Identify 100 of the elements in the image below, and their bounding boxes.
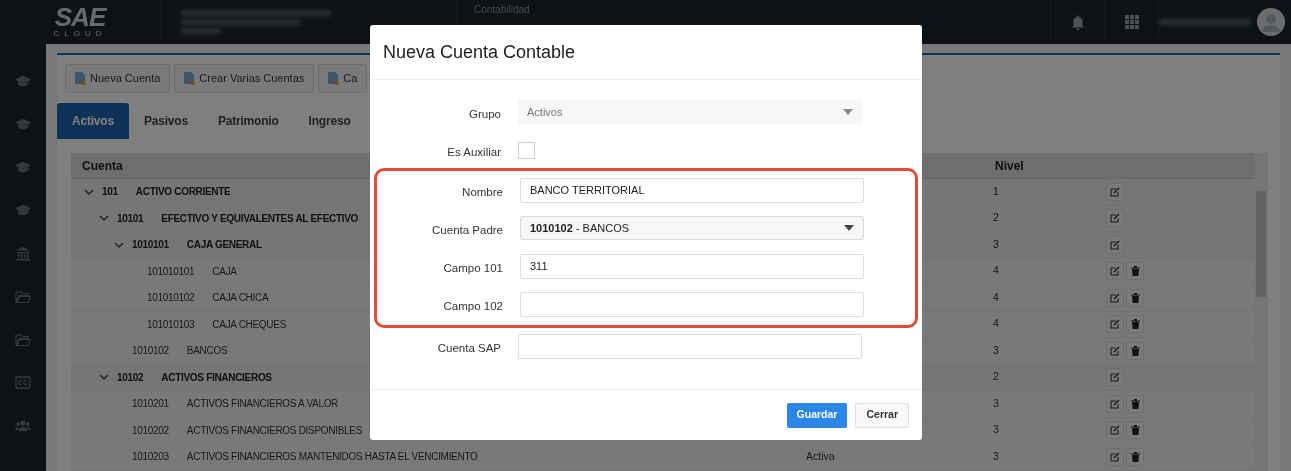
account-name: ACTIVOS FINANCIEROS DISPONIBLES (186, 423, 363, 438)
field-label: Campo 102 (442, 299, 503, 315)
trash-icon (1130, 451, 1140, 462)
level-text: 1 (992, 183, 1000, 199)
chevron-icon[interactable] (114, 239, 124, 250)
delete-button[interactable] (1126, 447, 1144, 466)
toolbar-button[interactable]: Ca (318, 64, 368, 93)
account-name: ACTIVO CORRIENTE (135, 185, 231, 200)
field-label: Cuenta Padre (431, 223, 503, 239)
level-text: 3 (992, 236, 1000, 252)
avatar[interactable] (1257, 8, 1285, 36)
edit-button[interactable] (1106, 394, 1124, 413)
account-name: EFECTIVO Y EQUIVALENTES AL EFECTIVO (161, 211, 359, 226)
column-header: Cuenta (81, 157, 124, 175)
field-label: Grupo (468, 107, 501, 123)
field-label: Campo 101 (442, 261, 503, 277)
delete-button[interactable] (1126, 315, 1144, 334)
account-name: CAJA CHEQUES (212, 317, 286, 332)
account-code: 101010101 (147, 264, 195, 279)
dialog-button[interactable]: Guardar (786, 402, 848, 428)
account-code: 1010202 (132, 423, 169, 438)
tab[interactable]: Pasivos (128, 103, 203, 139)
chevron-icon[interactable] (84, 186, 94, 197)
apps-grid-icon[interactable] (1124, 15, 1139, 29)
delete-button[interactable] (1126, 288, 1144, 307)
level-text: 4 (992, 263, 1000, 279)
field-label: Cuenta SAP (436, 341, 501, 357)
account-name: ACTIVOS FINANCIEROS A VALOR (186, 397, 339, 412)
input-field[interactable] (520, 291, 864, 317)
account-code: 101010102 (147, 291, 195, 306)
column-header: Nivel (994, 157, 1025, 175)
account-name: ACTIVOS FINANCIEROS (161, 370, 272, 385)
edit-icon (1110, 319, 1120, 330)
level-text: 3 (992, 422, 1000, 438)
edit-button[interactable] (1106, 315, 1124, 334)
edit-icon (1110, 266, 1120, 277)
edit-button[interactable] (1106, 235, 1124, 254)
account-name: CAJA CHICA (212, 291, 269, 306)
edit-button[interactable] (1106, 288, 1124, 307)
account-code: 10101 (117, 211, 144, 226)
delete-button[interactable] (1126, 421, 1144, 440)
tab[interactable]: Activos (57, 103, 129, 139)
field-label: Es Auxiliar (446, 145, 501, 161)
account-name: ACTIVOS FINANCIEROS MANTENIDOS HASTA EL VENCIMIENTO (186, 450, 478, 465)
trash-icon (1130, 292, 1140, 303)
edit-button[interactable] (1106, 368, 1124, 387)
edit-icon (1110, 345, 1120, 356)
bell-icon[interactable] (1070, 14, 1085, 30)
edit-button[interactable] (1106, 182, 1124, 201)
edit-icon (1110, 292, 1120, 303)
input-field[interactable]: 311 (520, 253, 864, 279)
delete-button[interactable] (1126, 341, 1144, 360)
tab[interactable]: Ingreso (293, 103, 366, 139)
edit-icon (1110, 213, 1120, 224)
logo: SAE CLOUD (52, 1, 108, 40)
trash-icon (1130, 266, 1140, 277)
select-field[interactable]: 1010102 - BANCOS (520, 216, 864, 240)
dialog-button[interactable]: Cerrar (855, 402, 909, 428)
edit-icon (1110, 372, 1120, 383)
chevron-icon[interactable] (99, 372, 109, 383)
edit-icon (1110, 186, 1120, 197)
edit-icon (1110, 398, 1120, 409)
edit-icon (1110, 451, 1120, 462)
trash-icon (1130, 425, 1140, 436)
delete-button[interactable] (1126, 262, 1144, 281)
account-code: 1010102 (132, 344, 169, 359)
document-icon (328, 72, 340, 85)
scrollbar[interactable] (1254, 153, 1268, 471)
trash-icon (1130, 319, 1140, 330)
input-field[interactable]: BANCO TERRITORIAL (520, 177, 864, 203)
trash-icon (1130, 345, 1140, 356)
edit-button[interactable] (1106, 421, 1124, 440)
tab[interactable]: Patrimonio (202, 103, 294, 139)
toolbar-button[interactable]: Nueva Cuenta (65, 64, 171, 93)
level-text: 3 (992, 448, 1000, 464)
account-name: BANCOS (186, 344, 228, 359)
account-name: CAJA (212, 264, 237, 279)
checkbox[interactable] (518, 141, 535, 159)
trash-icon (1130, 398, 1140, 409)
delete-button[interactable] (1126, 394, 1144, 413)
modal-title: Nueva Cuenta Contable (370, 25, 922, 80)
input-field[interactable] (518, 333, 862, 359)
edit-button[interactable] (1106, 209, 1124, 228)
level-text: 2 (992, 369, 1000, 385)
document-icon (75, 72, 86, 85)
level-text: 4 (992, 316, 1000, 332)
level-text: 3 (992, 342, 1000, 358)
chevron-icon[interactable] (99, 213, 109, 224)
edit-button[interactable] (1106, 447, 1124, 466)
level-text: 2 (992, 210, 1000, 226)
edit-button[interactable] (1106, 262, 1124, 281)
account-code: 1010101 (132, 238, 169, 253)
dropdown-caret-icon (843, 109, 853, 115)
toolbar-button[interactable]: Crear Varias Cuentas (174, 64, 315, 93)
level-text: 4 (992, 289, 1000, 305)
account-code: 101010103 (147, 317, 195, 332)
document-icon (184, 72, 196, 85)
redacted-text (181, 28, 221, 34)
edit-button[interactable] (1106, 341, 1124, 360)
status-text: Activa (806, 449, 835, 462)
